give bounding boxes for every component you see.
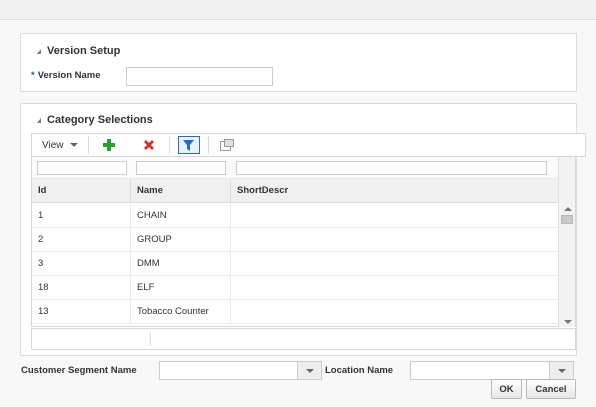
version-setup-title: Version Setup [47,45,121,57]
delete-row-button[interactable] [129,134,169,156]
cell-shortdescr [231,228,558,252]
x-icon [143,140,154,150]
location-name-input[interactable] [411,362,549,379]
cell-name: DMM [131,252,231,276]
cell-shortdescr [231,276,558,300]
cell-shortdescr [231,252,558,276]
customer-segment-dropdown-button[interactable] [297,362,321,379]
grid-toolbar: View [31,133,586,157]
scroll-thumb[interactable] [561,215,573,224]
column-header-shortdescr[interactable]: ShortDescr [231,179,558,203]
table-row[interactable]: 3 DMM [32,252,558,276]
table-header: Id Name ShortDescr [32,179,558,203]
cell-id: 18 [32,276,131,300]
scroll-down-arrow-icon[interactable] [564,320,572,324]
category-selections-title: Category Selections [47,114,153,126]
cell-id: 1 [32,204,131,228]
cell-id: 3 [32,252,131,276]
category-table: Id Name ShortDescr 1 CHAIN 2 GROUP 3 DMM… [31,157,558,327]
toolbar-divider [168,136,170,154]
view-menu[interactable]: View [32,134,88,156]
dialog-title-bar [0,0,596,20]
filter-row [32,157,558,179]
detach-button[interactable] [209,134,245,156]
required-indicator: * [31,70,35,81]
shortdescr-filter-input[interactable] [236,161,547,175]
ok-button[interactable]: OK [491,379,522,399]
chevron-down-icon [69,143,78,147]
plus-icon [102,139,115,151]
detach-icon [219,139,234,151]
location-name-combo[interactable] [410,361,574,380]
cancel-button[interactable]: Cancel [526,379,576,399]
query-by-example-button[interactable] [177,136,200,154]
add-row-button[interactable] [89,134,129,156]
cell-shortdescr [231,204,558,228]
filter-icon [183,139,194,151]
table-row[interactable]: 18 ELF [32,276,558,300]
location-name-dropdown-button[interactable] [549,362,573,379]
cell-name: CHAIN [131,204,231,228]
table-row[interactable]: 2 GROUP [32,228,558,252]
id-filter-input[interactable] [37,161,127,175]
customer-segment-combo[interactable] [159,361,322,380]
chevron-down-icon [305,368,314,373]
view-menu-label: View [42,139,64,151]
name-filter-input[interactable] [136,161,226,175]
version-name-input[interactable] [126,67,273,86]
cell-name: ELF [131,276,231,300]
table-row[interactable]: 13 Tobacco Counter [32,300,558,324]
cell-name: GROUP [131,228,231,252]
customer-segment-input[interactable] [160,362,297,379]
customer-segment-label: Customer Segment Name [21,365,137,376]
category-selections-header[interactable]: Category Selections [37,114,153,126]
version-name-label: * Version Name [31,70,101,81]
version-setup-panel: Version Setup * Version Name [20,33,577,92]
cell-id: 2 [32,228,131,252]
collapse-triangle-icon[interactable] [37,117,41,123]
cell-name: Tobacco Counter [131,300,231,324]
location-name-label: Location Name [325,365,394,376]
category-selections-panel: Category Selections View Id Name ShortDe… [20,103,586,356]
chevron-down-icon [557,368,566,373]
column-header-name[interactable]: Name [131,179,231,203]
cell-id: 13 [32,300,131,324]
column-header-id[interactable]: Id [32,179,131,203]
collapse-triangle-icon[interactable] [37,48,41,54]
cell-shortdescr [231,300,558,324]
table-footer [31,328,576,350]
footer-divider [150,332,151,346]
table-row[interactable]: 1 CHAIN [32,204,558,228]
scroll-up-arrow-icon[interactable] [564,207,572,211]
version-setup-header[interactable]: Version Setup [37,45,120,57]
table-vertical-scrollbar[interactable] [558,157,576,327]
